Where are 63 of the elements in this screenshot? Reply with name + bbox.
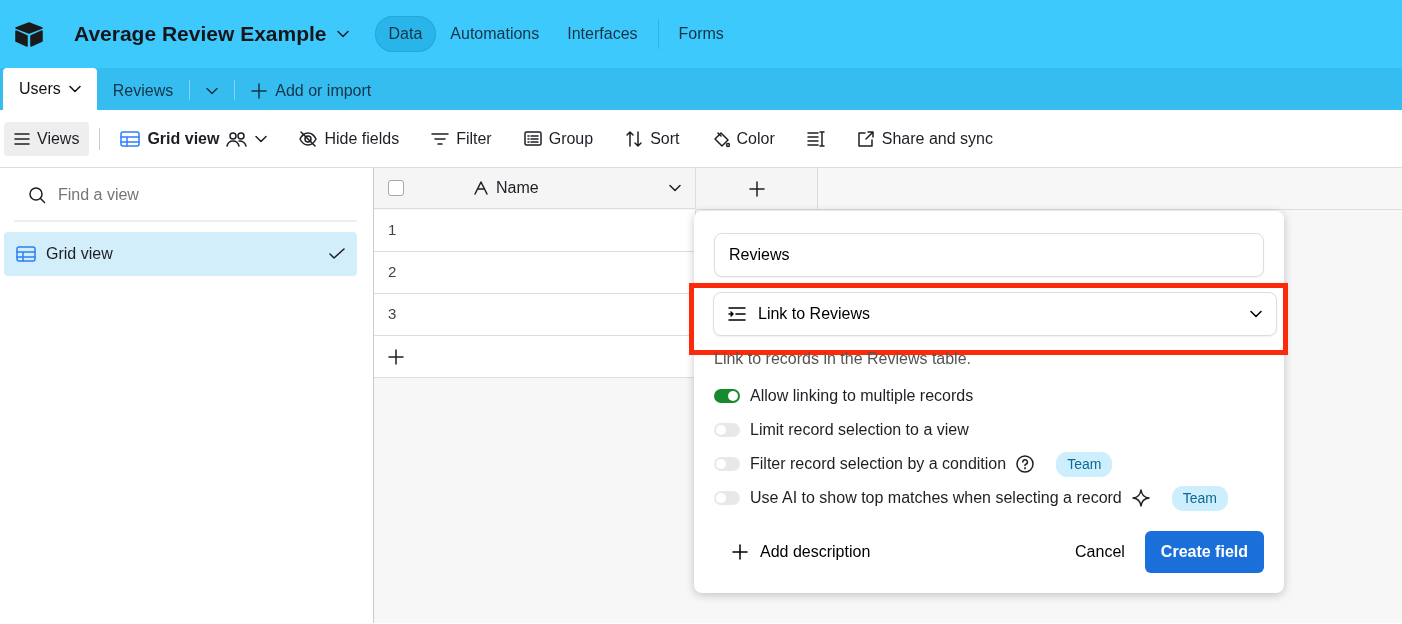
option-label: Allow linking to multiple records [750, 386, 974, 406]
views-button[interactable]: Views [4, 121, 90, 156]
external-link-icon [856, 129, 875, 148]
grid-icon [120, 130, 141, 147]
cancel-button[interactable]: Cancel [1055, 532, 1145, 572]
plan-badge: Team [1171, 485, 1228, 511]
chevron-down-icon [669, 184, 681, 192]
link-lines-icon [728, 307, 746, 321]
check-icon [329, 248, 345, 260]
add-field-button[interactable] [696, 168, 818, 210]
help-icon [1016, 455, 1035, 473]
base-title[interactable]: Average Review Example [74, 18, 327, 50]
create-field-button[interactable]: Create field [1144, 531, 1264, 573]
chevron-down-icon [336, 30, 349, 38]
search-icon [28, 186, 46, 204]
color-button[interactable]: Color [701, 121, 785, 156]
plus-icon [388, 348, 404, 365]
plus-icon [251, 83, 268, 99]
sort-button[interactable]: Sort [615, 121, 690, 156]
text-field-icon [474, 181, 488, 195]
chevron-down-icon [255, 134, 268, 143]
row-number: 1 [374, 210, 696, 252]
sparkle-icon [1131, 489, 1150, 507]
plan-badge: Team [1056, 451, 1113, 477]
group-button[interactable]: Group [513, 121, 604, 156]
field-description: Link to records in the Reviews table. [714, 349, 972, 369]
add-table-button[interactable]: Add or import [235, 72, 388, 110]
menu-icon [14, 132, 30, 145]
row-height-icon [806, 129, 825, 148]
nav-tab[interactable]: Data [374, 16, 437, 52]
people-icon [226, 130, 249, 147]
grid-icon [16, 246, 36, 262]
paint-bucket-icon [711, 129, 730, 148]
option-label: Use AI to show top matches when selecting a record [750, 488, 1122, 508]
filter-button[interactable]: Filter [421, 121, 502, 156]
select-all-checkbox[interactable] [388, 180, 404, 196]
chevron-down-icon [206, 87, 219, 95]
field-type-select[interactable]: Link to Reviews [713, 292, 1277, 336]
nav-tab[interactable]: Forms [664, 16, 738, 52]
nav-tab[interactable]: Interfaces [553, 16, 652, 52]
chevron-down-icon [1250, 310, 1262, 318]
hide-fields-button[interactable]: Hide fields [289, 121, 410, 156]
option-label: Filter record selection by a condition [750, 454, 1007, 474]
table-tab[interactable]: Reviews [96, 72, 190, 110]
view-item[interactable]: Grid view [4, 232, 357, 276]
cube-logo-icon [14, 21, 44, 47]
add-row-button[interactable] [374, 336, 696, 378]
plus-icon [748, 180, 765, 197]
add-description-button[interactable]: Add description [714, 534, 889, 570]
view-switcher[interactable]: Grid view [110, 121, 278, 156]
up-down-arrows-icon [625, 129, 644, 148]
column-header[interactable]: Name [374, 168, 696, 209]
share-button[interactable]: Share and sync [846, 121, 1003, 156]
option-label: Limit record selection to a view [750, 420, 969, 440]
list-box-icon [523, 129, 542, 148]
plus-icon [732, 544, 748, 560]
nav-tab[interactable]: Automations [436, 16, 554, 52]
chevron-down-icon [68, 85, 81, 93]
table-tab[interactable]: Users [3, 68, 97, 110]
eye-slash-icon [299, 129, 318, 148]
field-name-input[interactable]: Reviews [714, 233, 1264, 277]
row-number: 2 [374, 252, 696, 294]
toggle-switch[interactable] [714, 389, 740, 403]
